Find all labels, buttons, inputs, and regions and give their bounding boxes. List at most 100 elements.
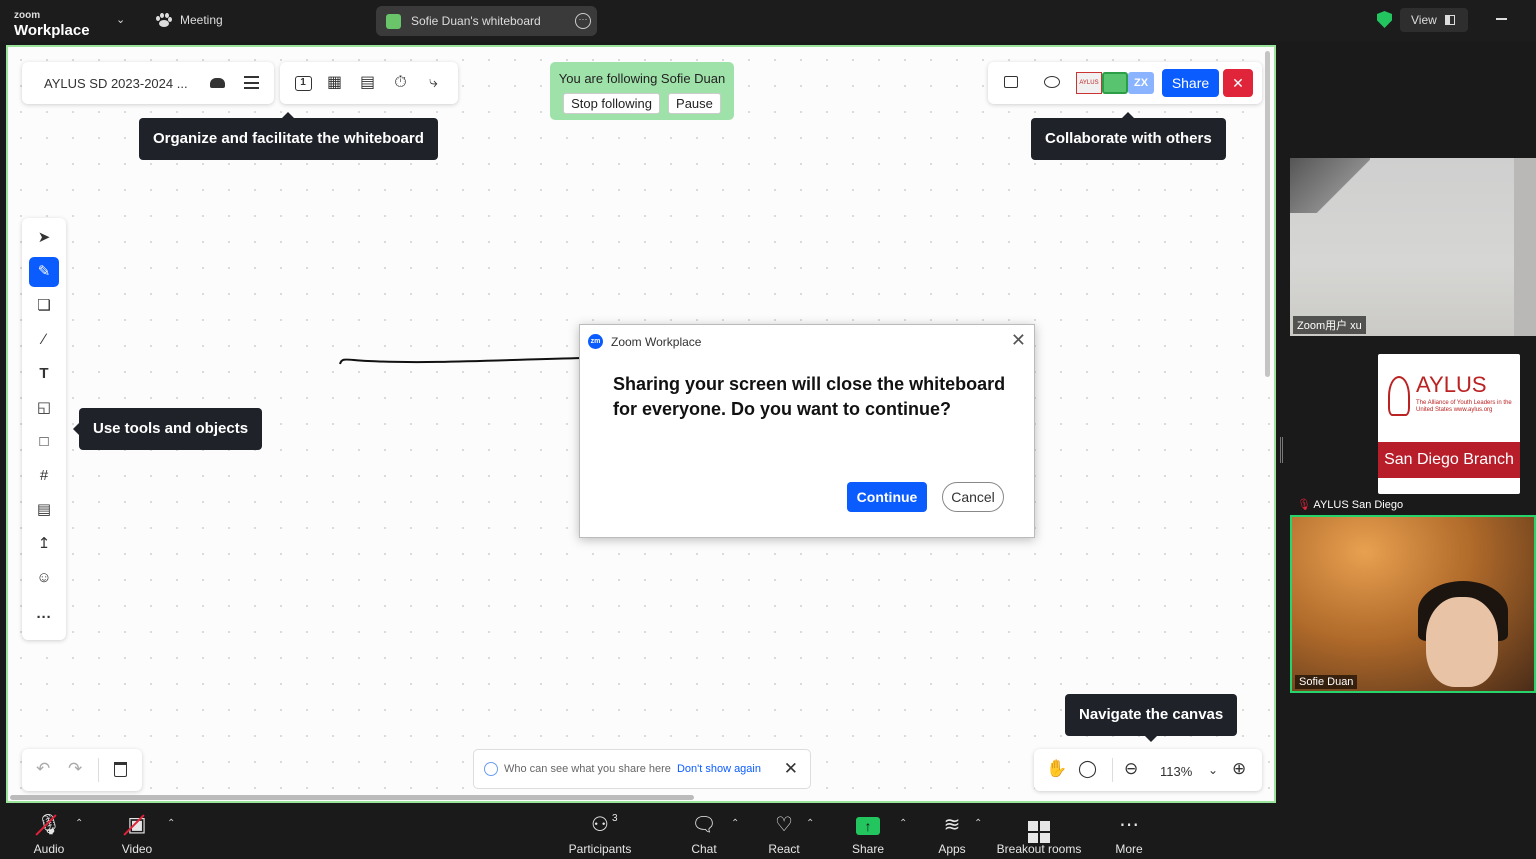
template-icon[interactable]: ▤: [29, 495, 59, 525]
video-tile[interactable]: AYLUS The Alliance of Youth Leaders in t…: [1290, 338, 1536, 512]
frame-icon[interactable]: #: [29, 461, 59, 491]
more-icon[interactable]: ···: [29, 603, 59, 633]
redo-icon[interactable]: ↷: [68, 759, 82, 779]
security-shield-icon[interactable]: [1377, 11, 1392, 28]
react-button[interactable]: ♡ React: [766, 812, 802, 856]
chevron-down-icon[interactable]: ⌄: [1208, 763, 1218, 777]
apps-button[interactable]: ≋ Apps: [936, 812, 968, 856]
upload-icon[interactable]: ↥: [29, 529, 59, 559]
dialog-message: Sharing your screen will close the white…: [613, 374, 1006, 419]
menu-icon[interactable]: [244, 76, 259, 89]
minimize-icon[interactable]: [1496, 18, 1507, 20]
paw-icon: [156, 13, 172, 27]
participants-button[interactable]: ⚇ 3 Participants: [566, 812, 634, 856]
chevron-up-icon[interactable]: ⌃: [167, 818, 175, 829]
laser-pointer-icon[interactable]: ⤷: [424, 73, 444, 93]
trash-icon[interactable]: [114, 762, 127, 777]
participant-name: Sofie Duan: [1295, 675, 1358, 689]
avatar[interactable]: AYLUS: [1076, 72, 1102, 94]
timer-icon[interactable]: ⏱: [391, 73, 411, 93]
cloud-save-icon[interactable]: [210, 78, 225, 88]
tooltip-collaborate: Collaborate with others: [1031, 112, 1226, 160]
more-options-icon[interactable]: ···: [575, 13, 591, 29]
hand-icon[interactable]: ✋: [1046, 759, 1067, 779]
chevron-up-icon[interactable]: ⌃: [731, 818, 739, 829]
participant-name-row: 🎙 AYLUS San Diego: [1293, 497, 1407, 512]
chat-button[interactable]: 🗨 Chat: [688, 812, 720, 856]
avatar[interactable]: [1102, 72, 1128, 94]
document-title[interactable]: AYLUS SD 2023-2024 ...: [44, 76, 188, 91]
pause-button[interactable]: Pause: [668, 93, 721, 114]
zoom-logo: zoom Workplace: [14, 6, 90, 39]
dialog-title: Zoom Workplace: [611, 334, 702, 349]
audio-button[interactable]: 🎙 Audio: [30, 812, 68, 856]
horizontal-scrollbar[interactable]: [10, 795, 694, 800]
chevron-down-icon[interactable]: ⌄: [116, 13, 125, 26]
visibility-icon[interactable]: [1044, 76, 1060, 88]
share-screen-button[interactable]: ↑ Share: [850, 812, 886, 856]
view-button[interactable]: View: [1400, 8, 1468, 32]
breakout-rooms-button[interactable]: Breakout rooms: [996, 812, 1082, 856]
close-whiteboard-button[interactable]: ✕: [1223, 69, 1253, 97]
title-panel: AYLUS SD 2023-2024 ...: [22, 62, 274, 104]
share-label: Share: [851, 842, 885, 856]
zoom-app-icon: zm: [588, 334, 603, 349]
shapes-icon[interactable]: ❏: [29, 291, 59, 321]
history-toolbar: ↶ ↷: [22, 749, 142, 791]
chevron-up-icon[interactable]: ⌃: [974, 818, 982, 829]
continue-button[interactable]: Continue: [847, 482, 927, 512]
tooltip-tools: Use tools and objects: [72, 408, 263, 450]
meeting-label: Meeting: [180, 13, 223, 27]
logo-big-text: Workplace: [14, 22, 90, 39]
participants-icon: ⚇ 3: [566, 812, 634, 838]
avatar[interactable]: ZX: [1128, 72, 1154, 94]
select-icon[interactable]: ➤: [29, 223, 59, 253]
zoom-in-icon[interactable]: ⊕: [1232, 759, 1246, 779]
close-icon[interactable]: ✕: [784, 759, 798, 779]
pen-icon[interactable]: ✎: [29, 257, 59, 287]
video-tile[interactable]: Zoom用户 xu: [1290, 158, 1536, 336]
stop-following-button[interactable]: Stop following: [563, 93, 661, 114]
share-visibility-banner: Who can see what you share here Don't sh…: [473, 749, 811, 789]
emoji-icon[interactable]: ☺: [29, 563, 59, 593]
video-tile-active-speaker[interactable]: Sofie Duan: [1290, 515, 1536, 693]
cancel-button[interactable]: Cancel: [942, 482, 1004, 512]
locate-icon[interactable]: ◯: [1078, 759, 1097, 779]
panel-splitter-handle[interactable]: [1280, 437, 1283, 463]
present-icon[interactable]: ▦: [325, 73, 345, 93]
audio-label: Audio: [33, 842, 65, 856]
whiteboard-tab-label: Sofie Duan's whiteboard: [411, 14, 541, 28]
pen-stroke[interactable]: [338, 352, 588, 372]
confirm-dialog: zm Zoom Workplace ✕ Sharing your screen …: [579, 324, 1035, 538]
meeting-button[interactable]: Meeting: [156, 13, 223, 27]
view-label: View: [1411, 13, 1437, 27]
video-button[interactable]: ▣ Video: [118, 812, 156, 856]
aylus-logo: AYLUS The Alliance of Youth Leaders in t…: [1378, 354, 1520, 494]
whiteboard-canvas[interactable]: AYLUS SD 2023-2024 ... 1 ▦ ▤ ⏱ ⤷ Organiz…: [6, 45, 1276, 803]
whiteboard-tab[interactable]: Sofie Duan's whiteboard ···: [376, 6, 597, 36]
chevron-up-icon[interactable]: ⌃: [899, 818, 907, 829]
chevron-up-icon[interactable]: ⌃: [806, 818, 814, 829]
chevron-up-icon[interactable]: ⌃: [75, 818, 83, 829]
sticky-note-icon[interactable]: ◱: [29, 393, 59, 423]
text-icon[interactable]: T: [29, 359, 59, 389]
pages-icon[interactable]: 1: [294, 75, 312, 91]
muted-mic-icon: 🎙: [1297, 499, 1311, 511]
organize-toolbar: 1 ▦ ▤ ⏱ ⤷: [280, 62, 458, 104]
share-button[interactable]: Share: [1162, 69, 1219, 97]
participant-name: AYLUS San Diego: [1313, 499, 1404, 511]
comment-icon[interactable]: □: [29, 427, 59, 457]
person-icon: [484, 762, 498, 776]
more-button[interactable]: ⋯ More: [1112, 812, 1146, 856]
export-icon[interactable]: ▤: [358, 73, 378, 93]
vertical-scrollbar[interactable]: [1265, 51, 1270, 377]
line-icon[interactable]: ∕: [29, 325, 59, 355]
navigation-toolbar: ✋ ◯ ⊖ 113% ⌄ ⊕: [1034, 749, 1262, 791]
comment-icon[interactable]: [1004, 76, 1018, 88]
zoom-level[interactable]: 113%: [1160, 764, 1192, 779]
logo-small-text: zoom: [14, 10, 41, 21]
dont-show-again-link[interactable]: Don't show again: [677, 763, 761, 775]
undo-icon[interactable]: ↶: [36, 759, 50, 779]
zoom-out-icon[interactable]: ⊖: [1124, 759, 1138, 779]
close-icon[interactable]: ✕: [1011, 330, 1026, 351]
